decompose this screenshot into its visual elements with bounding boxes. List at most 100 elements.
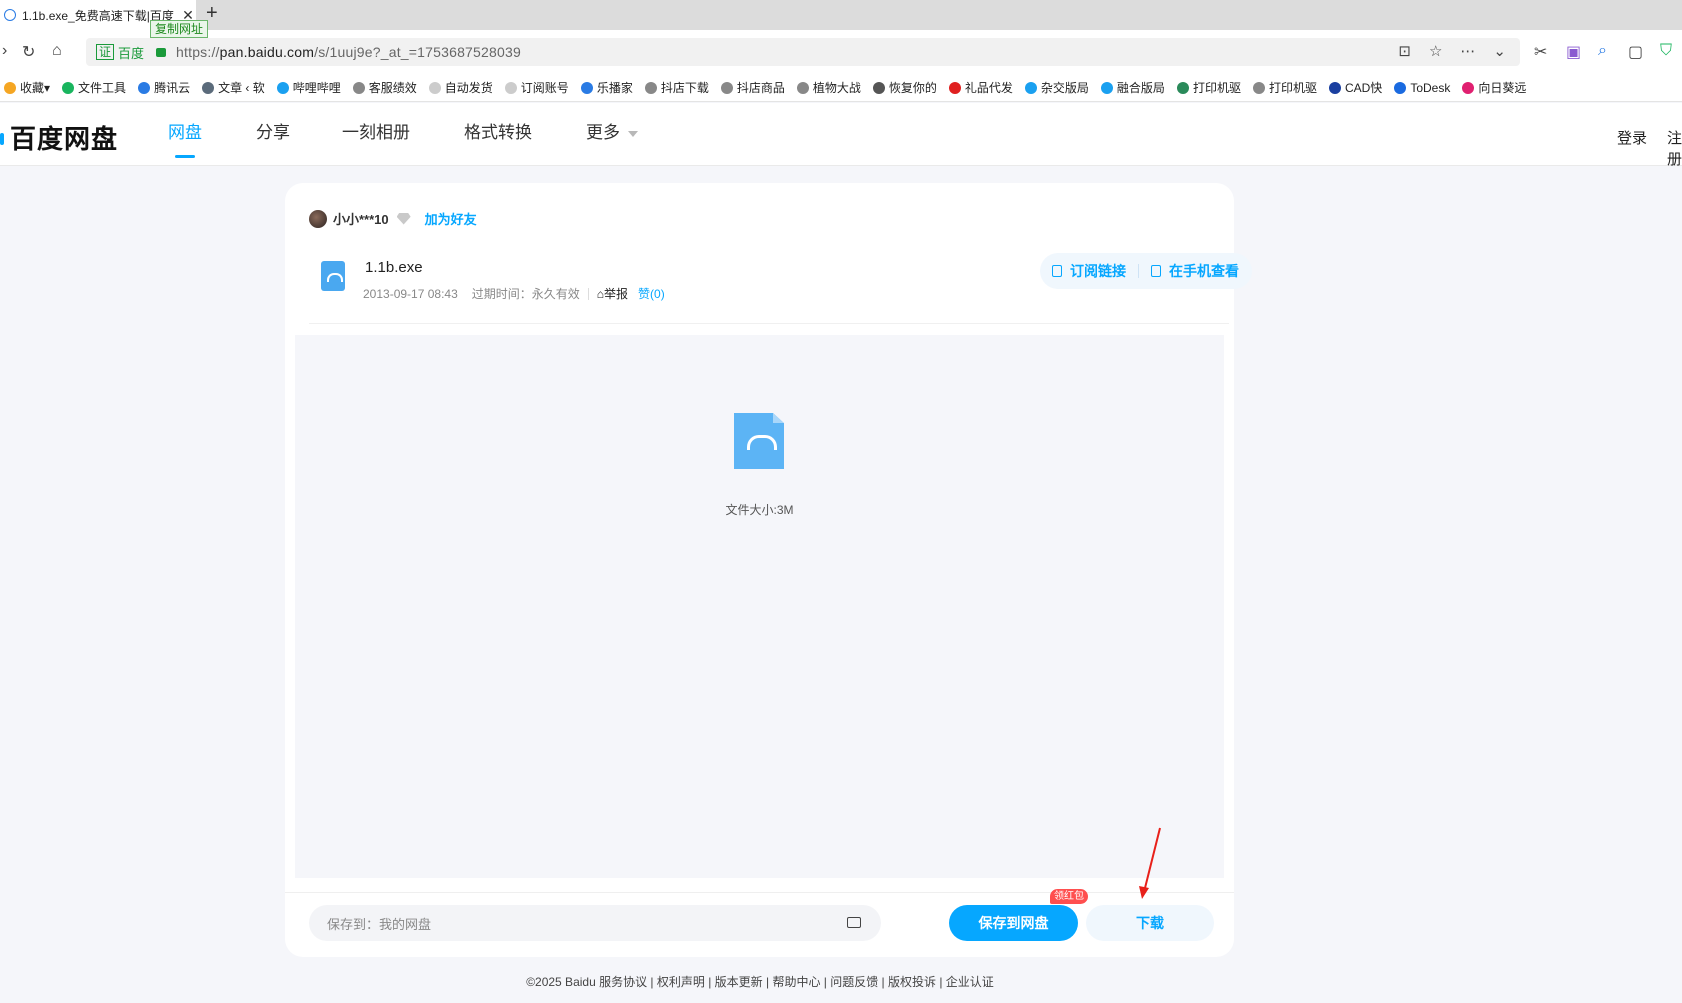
bookmark-item[interactable]: 文件工具: [62, 79, 126, 96]
report-link[interactable]: ⌂举报: [597, 285, 628, 302]
bookmark-item[interactable]: 文章 ‹ 软: [202, 79, 265, 96]
bookmark-favicon-icon: [504, 81, 517, 94]
exe-file-large-icon: [734, 413, 784, 469]
file-info-row: 1.1b.exe 2013-09-17 08:43 过期时间：永久有效 ⌂举报 …: [309, 253, 1252, 323]
bookmark-item[interactable]: 抖店商品: [720, 79, 785, 96]
login-link[interactable]: 登录: [1617, 127, 1647, 148]
bookmark-favicon-icon: [1024, 81, 1037, 94]
reader-icon[interactable]: ⊡: [1398, 42, 1411, 60]
actions-divider: [1138, 264, 1139, 278]
bookmark-item[interactable]: 订阅账号: [504, 79, 569, 96]
file-preview-area: 文件大小:3M: [295, 335, 1224, 878]
add-friend-link[interactable]: 加为好友: [425, 209, 477, 228]
bookmark-item[interactable]: 杂交版局: [1024, 79, 1089, 96]
baidu-favicon-icon: [4, 9, 16, 21]
file-size: 文件大小:3M: [725, 503, 794, 517]
divider: [285, 892, 1234, 893]
chevron-down-icon[interactable]: ▾: [44, 81, 50, 95]
bookmark-item[interactable]: 恢复你的: [872, 79, 937, 96]
red-packet-badge[interactable]: 领红包: [1050, 889, 1088, 904]
bookmark-label: 乐播家: [596, 81, 633, 95]
bookmark-label: 向日葵远: [1478, 81, 1527, 95]
scissors-icon[interactable]: ✂: [1534, 42, 1547, 62]
home-icon[interactable]: ⌂: [52, 42, 62, 60]
translate-icon[interactable]: ▣: [1566, 42, 1581, 62]
subscribe-link-button[interactable]: 订阅链接: [1052, 261, 1126, 281]
bookmark-label: 杂交版局: [1040, 81, 1089, 95]
nav-item-convert[interactable]: 格式转换: [464, 103, 532, 166]
bookmark-favicon-icon: [202, 81, 215, 94]
more-icon[interactable]: ⋯: [1460, 42, 1475, 60]
bookmark-favicon-icon: [428, 81, 441, 94]
sharer-name[interactable]: 小小***10: [333, 209, 389, 228]
sharer-info: 小小***10 加为好友: [309, 209, 477, 228]
save-location-field[interactable]: 保存到：我的网盘: [309, 905, 881, 941]
bookmark-item[interactable]: 自动发货: [428, 79, 493, 96]
file-meta: 2013-09-17 08:43 过期时间：永久有效 ⌂举报 赞(0): [363, 285, 665, 302]
bookmark-item[interactable]: 向日葵远: [1462, 79, 1526, 96]
forward-icon[interactable]: ›: [2, 42, 7, 60]
bookmark-item[interactable]: 打印机驱: [1252, 79, 1317, 96]
bookmark-star-icon[interactable]: ☆: [1429, 42, 1442, 60]
share-card: 小小***10 加为好友 1.1b.exe 2013-09-17 08:43 过…: [285, 183, 1252, 957]
bookmark-item[interactable]: 腾讯云: [138, 79, 190, 96]
chevron-down-icon: [628, 130, 638, 137]
bookmark-item[interactable]: ToDesk: [1394, 81, 1450, 95]
bookmark-favicon-icon: [644, 81, 657, 94]
copy-url-tooltip[interactable]: 复制网址: [150, 20, 209, 38]
bookmark-item[interactable]: 打印机驱: [1176, 79, 1241, 96]
bookmark-item[interactable]: 收藏 ▾: [4, 79, 50, 96]
bookmark-favicon-icon: [720, 81, 733, 94]
view-on-mobile-button[interactable]: 在手机查看: [1151, 261, 1239, 281]
screenshot-icon[interactable]: ▢: [1628, 42, 1643, 62]
meta-divider: [587, 287, 589, 300]
bookmark-label: 订阅账号: [520, 81, 569, 95]
nav-item-share[interactable]: 分享: [256, 103, 290, 166]
logo-mark-icon: [0, 133, 4, 145]
reload-icon[interactable]: ↻: [22, 42, 35, 62]
nav-item-album[interactable]: 一刻相册: [342, 103, 410, 166]
exe-file-icon: [321, 261, 345, 291]
search-icon[interactable]: ⌕: [1598, 42, 1607, 60]
bookmark-label: 礼品代发: [964, 81, 1013, 95]
bookmark-item[interactable]: 融合版局: [1100, 79, 1165, 96]
like-link[interactable]: 赞(0): [638, 285, 665, 302]
bookmark-favicon-icon: [580, 81, 593, 94]
bookmark-favicon-icon: [948, 81, 961, 94]
share-actions: 订阅链接 在手机查看: [1040, 253, 1252, 289]
bookmark-item[interactable]: 客服绩效: [352, 79, 417, 96]
chevron-down-icon[interactable]: ⌄: [1493, 42, 1506, 60]
bookmark-item[interactable]: 哔哩哔哩: [276, 79, 341, 96]
save-to-netdisk-button[interactable]: 保存到网盘: [949, 905, 1078, 941]
bookmark-favicon-icon: [872, 81, 885, 94]
bookmark-item[interactable]: 植物大战: [796, 79, 861, 96]
file-name: 1.1b.exe: [365, 259, 423, 276]
share-date: 2013-09-17 08:43: [363, 286, 458, 301]
avatar[interactable]: [309, 209, 327, 228]
nav-item-more[interactable]: 更多: [586, 103, 638, 166]
bookmark-item[interactable]: CAD快: [1328, 79, 1382, 96]
bookmark-label: 文章 ‹ 软: [218, 81, 265, 95]
register-link[interactable]: 注册: [1667, 127, 1682, 169]
bookmark-label: 文件工具: [78, 81, 127, 95]
site-logo[interactable]: 百度网盘: [10, 119, 118, 156]
bookmark-label: 收藏: [20, 81, 45, 95]
bookmark-favicon-icon: [1252, 81, 1265, 94]
bookmark-favicon-icon: [796, 81, 809, 94]
bookmark-label: 自动发货: [444, 81, 493, 95]
bookmark-favicon-icon: [1176, 81, 1189, 94]
bookmark-label: 恢复你的: [888, 81, 937, 95]
save-location-text: 保存到：我的网盘: [327, 916, 432, 932]
bookmark-item[interactable]: 礼品代发: [948, 79, 1013, 96]
url-input[interactable]: 证 百度 https://pan.baidu.com/s/1uuj9e?_at_…: [86, 38, 1520, 66]
bookmark-label: 打印机驱: [1268, 81, 1317, 95]
folder-icon[interactable]: [847, 917, 861, 928]
bookmark-favicon-icon: [138, 81, 151, 94]
download-button[interactable]: 下载: [1086, 905, 1214, 941]
bookmark-favicon-icon: [352, 81, 365, 94]
bookmark-label: 腾讯云: [154, 81, 191, 95]
shield-icon[interactable]: ⛉: [1660, 42, 1672, 60]
bookmark-item[interactable]: 抖店下载: [644, 79, 709, 96]
nav-item-netdisk[interactable]: 网盘: [168, 103, 202, 166]
bookmark-item[interactable]: 乐播家: [580, 79, 633, 96]
